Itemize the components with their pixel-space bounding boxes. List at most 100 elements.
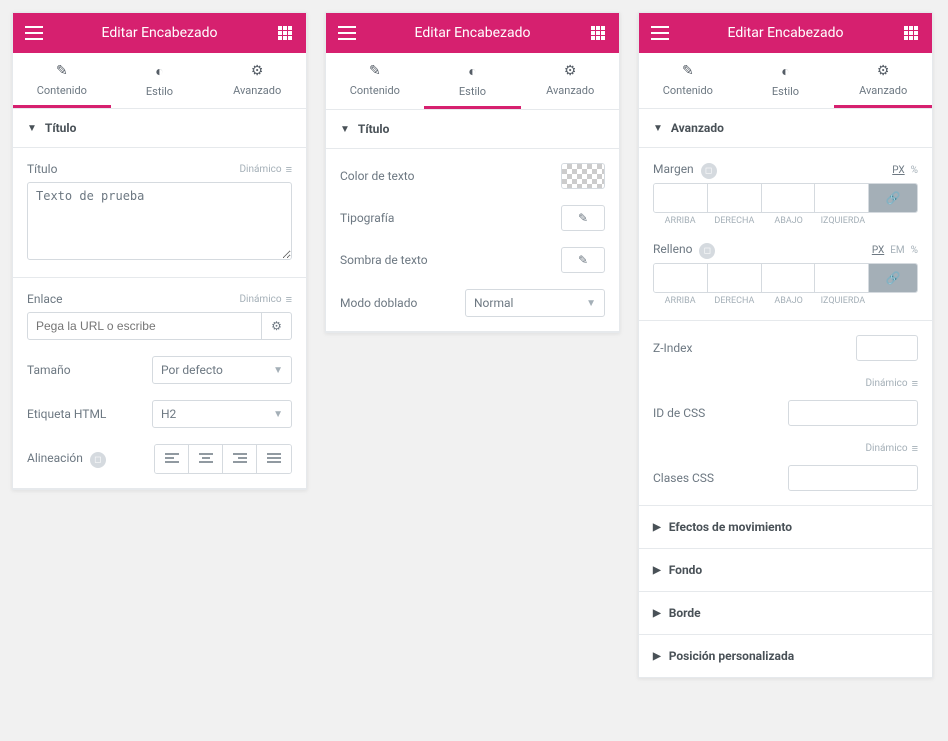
text-shadow-edit-button[interactable]: ✎: [561, 247, 605, 273]
responsive-icon[interactable]: ◻: [699, 243, 715, 259]
padding-label: Relleno ◻: [653, 242, 715, 259]
tab-advanced[interactable]: ⚙ Avanzado: [521, 53, 619, 109]
tab-style[interactable]: ◐ Estilo: [737, 53, 835, 108]
align-left-button[interactable]: [155, 445, 189, 473]
chevron-down-icon: ▼: [273, 365, 283, 376]
css-id-input[interactable]: [788, 400, 918, 426]
link-input[interactable]: [27, 312, 262, 340]
margin-left-input[interactable]: [815, 184, 869, 212]
panel-header: Editar Encabezado: [13, 13, 306, 53]
tab-advanced[interactable]: ⚙ Avanzado: [834, 53, 932, 108]
section-body: Z-Index Dinámico ≡ ID de CSS Dinámico ≡: [639, 321, 932, 506]
padding-right-input[interactable]: [708, 264, 762, 292]
caret-right-icon: ▶: [653, 522, 661, 533]
section-title-header[interactable]: ▼ Título: [326, 110, 619, 149]
section-background[interactable]: ▶ Fondo: [639, 549, 932, 592]
unit-em[interactable]: EM: [890, 245, 904, 256]
apps-icon[interactable]: [274, 22, 296, 44]
padding-top-input[interactable]: [654, 264, 708, 292]
css-classes-input[interactable]: [788, 465, 918, 491]
menu-icon[interactable]: [649, 22, 671, 44]
section-border[interactable]: ▶ Borde: [639, 592, 932, 635]
tab-content[interactable]: ✎ Contenido: [13, 53, 111, 108]
title-textarea[interactable]: Texto de prueba: [27, 182, 292, 260]
section-title-header[interactable]: ▼ Título: [13, 109, 306, 148]
pencil-icon: ✎: [639, 63, 737, 79]
blend-mode-label: Modo doblado: [340, 296, 417, 310]
gear-icon: ⚙: [271, 319, 282, 333]
tab-style[interactable]: ◐ Estilo: [111, 53, 209, 108]
dynamic-toggle[interactable]: Dinámico ≡: [239, 293, 292, 306]
align-buttons: [154, 444, 292, 474]
padding-link-button[interactable]: 🔗: [869, 264, 917, 292]
zindex-input[interactable]: [856, 335, 918, 361]
unit-px[interactable]: PX: [872, 245, 884, 256]
link-icon: 🔗: [886, 191, 901, 205]
panel-title: Editar Encabezado: [45, 25, 274, 41]
contrast-icon: ◐: [737, 63, 835, 80]
dynamic-toggle[interactable]: Dinámico ≡: [239, 163, 292, 176]
text-shadow-label: Sombra de texto: [340, 253, 428, 267]
menu-icon[interactable]: [336, 22, 358, 44]
align-center-button[interactable]: [189, 445, 223, 473]
caret-right-icon: ▶: [653, 651, 661, 662]
responsive-icon[interactable]: ◻: [90, 452, 106, 468]
tab-advanced[interactable]: ⚙ Avanzado: [208, 53, 306, 108]
text-color-picker[interactable]: [561, 163, 605, 189]
margin-right-input[interactable]: [708, 184, 762, 212]
section-title: Título: [45, 121, 76, 135]
html-tag-select[interactable]: H2 ▼: [152, 400, 292, 428]
panel-title: Editar Encabezado: [671, 25, 900, 41]
blend-mode-select[interactable]: Normal ▼: [465, 289, 605, 317]
pencil-icon: ✎: [578, 211, 588, 225]
typography-edit-button[interactable]: ✎: [561, 205, 605, 231]
contrast-icon: ◐: [111, 63, 209, 80]
section-title: Avanzado: [671, 121, 724, 135]
contrast-icon: ◐: [424, 63, 522, 80]
menu-icon[interactable]: [23, 22, 45, 44]
pencil-icon: ✎: [326, 63, 424, 79]
padding-bottom-input[interactable]: [762, 264, 816, 292]
unit-px[interactable]: PX: [892, 165, 904, 176]
panel-content: Editar Encabezado ✎ Contenido ◐ Estilo ⚙…: [12, 12, 307, 490]
tab-style[interactable]: ◐ Estilo: [424, 53, 522, 109]
panel-advanced: Editar Encabezado ✎ Contenido ◐ Estilo ⚙…: [638, 12, 933, 678]
unit-percent[interactable]: %: [911, 165, 918, 176]
caret-down-icon: ▼: [27, 123, 37, 134]
section-advanced-header[interactable]: ▼ Avanzado: [639, 109, 932, 148]
size-select[interactable]: Por defecto ▼: [152, 356, 292, 384]
section-body: Enlace Dinámico ≡ ⚙ Tamaño Por defecto: [13, 278, 306, 489]
margin-dimensions: 🔗: [653, 183, 918, 213]
margin-top-input[interactable]: [654, 184, 708, 212]
responsive-icon[interactable]: ◻: [701, 163, 717, 179]
align-right-button[interactable]: [223, 445, 257, 473]
dynamic-toggle[interactable]: Dinámico ≡: [865, 377, 918, 390]
unit-percent[interactable]: %: [911, 245, 918, 256]
apps-icon[interactable]: [587, 22, 609, 44]
align-label: Alineación ◻: [27, 451, 106, 468]
dynamic-toggle[interactable]: Dinámico ≡: [865, 442, 918, 455]
tab-content[interactable]: ✎ Contenido: [326, 53, 424, 109]
align-justify-button[interactable]: [257, 445, 291, 473]
padding-units: PX EM %: [872, 245, 918, 256]
select-value: Por defecto: [161, 363, 223, 377]
css-classes-label: Clases CSS: [653, 471, 714, 485]
margin-bottom-input[interactable]: [762, 184, 816, 212]
margin-label: Margen ◻: [653, 162, 717, 179]
gear-icon: ⚙: [834, 63, 932, 79]
margin-units: PX %: [892, 165, 918, 176]
section-body: Título Dinámico ≡ Texto de prueba: [13, 148, 306, 278]
panel-title: Editar Encabezado: [358, 25, 587, 41]
section-custom-position[interactable]: ▶ Posición personalizada: [639, 635, 932, 677]
margin-link-button[interactable]: 🔗: [869, 184, 917, 212]
database-icon: ≡: [286, 163, 292, 176]
database-icon: ≡: [286, 293, 292, 306]
pencil-icon: ✎: [13, 63, 111, 79]
section-motion-effects[interactable]: ▶ Efectos de movimiento: [639, 506, 932, 549]
apps-icon[interactable]: [900, 22, 922, 44]
link-icon: 🔗: [886, 271, 901, 285]
tab-content[interactable]: ✎ Contenido: [639, 53, 737, 108]
link-options-button[interactable]: ⚙: [262, 312, 292, 340]
caret-right-icon: ▶: [653, 608, 661, 619]
padding-left-input[interactable]: [815, 264, 869, 292]
